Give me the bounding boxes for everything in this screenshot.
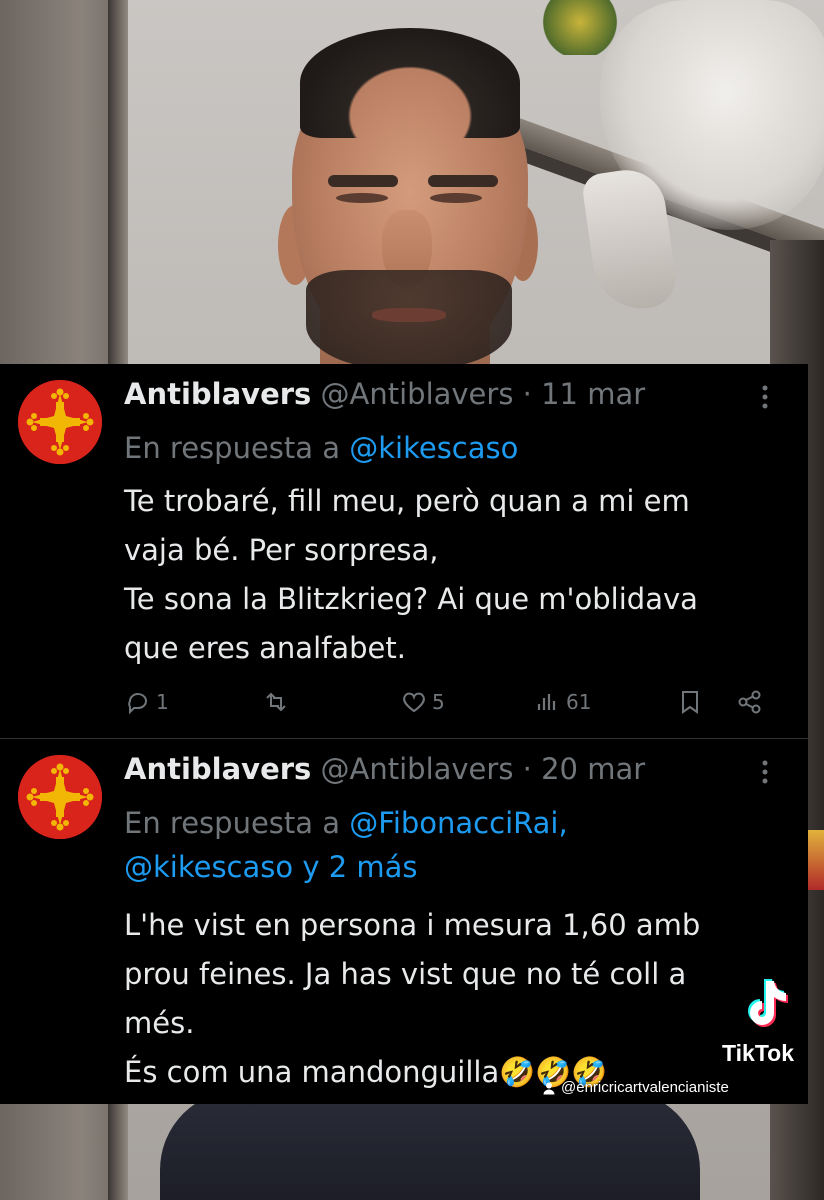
user-handle[interactable]: @Antiblavers [321,752,514,786]
more-options-icon[interactable] [755,757,775,787]
tweet-body: L'he vist en persona i mesura 1,60 amb p… [124,901,784,1097]
tweet-body-line: Te trobaré, fill meu, però quan a mi em [124,484,690,518]
reply-icon [128,693,147,715]
tiktok-logo-icon [748,979,788,1027]
tweet-body-text: És com una mandonguilla [124,1055,500,1089]
right-stripe [806,830,824,890]
person-icon [543,1082,555,1094]
tweet[interactable]: Antiblavers @Antiblavers · 11 mar En res… [0,364,808,738]
retweet-icon [266,692,286,712]
person-brow-right [428,175,498,187]
display-name[interactable]: Antiblavers [124,752,311,786]
occitan-cross-icon [18,380,102,464]
view-count: 61 [566,690,592,714]
display-name[interactable]: Antiblavers [124,377,311,411]
tiktok-handle: @enricricartvalencianiste [542,1079,729,1096]
user-handle[interactable]: @Antiblavers [321,377,514,411]
bookmark-icon [682,691,698,714]
tweet-body-line: Te sona la Blitzkrieg? Ai que m'oblidava [124,582,698,616]
retweet-button[interactable] [262,682,290,722]
person-torso [160,1090,700,1200]
like-count: 5 [432,690,445,714]
like-button[interactable]: 5 [400,682,445,722]
reply-mention[interactable]: @FibonacciRai, [349,806,567,840]
share-icon [738,690,761,714]
person-eye-right [430,193,482,203]
tweet-header: Antiblavers @Antiblavers · 11 mar [124,376,645,412]
reply-button[interactable]: 1 [124,682,169,722]
tweet[interactable]: Antiblavers @Antiblavers · 20 mar En res… [0,739,808,1104]
person-hair [300,28,520,138]
heart-icon [403,692,425,713]
shelf-item [540,0,620,55]
person-mouth [372,308,446,322]
tweet-date[interactable]: 20 mar [541,752,645,786]
tiktok-handle-text: @enricricartvalencianiste [561,1079,729,1096]
reply-mention[interactable]: @kikescaso [349,431,518,465]
tweet-actions: 1 5 61 [124,682,774,722]
occitan-cross-icon [18,755,102,839]
reply-mention[interactable]: @kikescaso y 2 más [124,850,418,884]
tweet-body-line: prou feines. Ja has vist que no té coll … [124,957,687,991]
tweet-body: Te trobaré, fill meu, però quan a mi em … [124,477,784,673]
person-eye-left [336,193,388,203]
tweet-body-line: més. [124,1006,195,1040]
reply-prefix: En respuesta a [124,431,350,465]
reply-prefix: En respuesta a [124,806,350,840]
avatar[interactable] [18,755,102,839]
views-button[interactable]: 61 [534,682,591,722]
tiktok-brand-label: TikTok [722,1040,794,1066]
tweet-body-line: L'he vist en persona i mesura 1,60 amb [124,908,701,942]
reply-context: En respuesta a @FibonacciRai, @kikescaso… [124,801,764,889]
share-button[interactable] [736,682,764,722]
bookmark-button[interactable] [676,682,704,722]
separator: · [513,752,542,786]
tweet-body-line: que eres analfabet. [124,631,406,665]
tweet-screenshot-card: Antiblavers @Antiblavers · 11 mar En res… [0,364,808,1104]
separator: · [513,377,542,411]
avatar[interactable] [18,380,102,464]
tweet-body-line: vaja bé. Per sorpresa, [124,533,439,567]
views-icon [537,694,556,710]
reply-count: 1 [156,690,169,714]
reply-context: En respuesta a @kikescaso [124,426,764,470]
more-options-icon[interactable] [755,382,775,412]
tweet-header: Antiblavers @Antiblavers · 20 mar [124,751,645,787]
person-brow-left [328,175,398,187]
tweet-date[interactable]: 11 mar [541,377,645,411]
